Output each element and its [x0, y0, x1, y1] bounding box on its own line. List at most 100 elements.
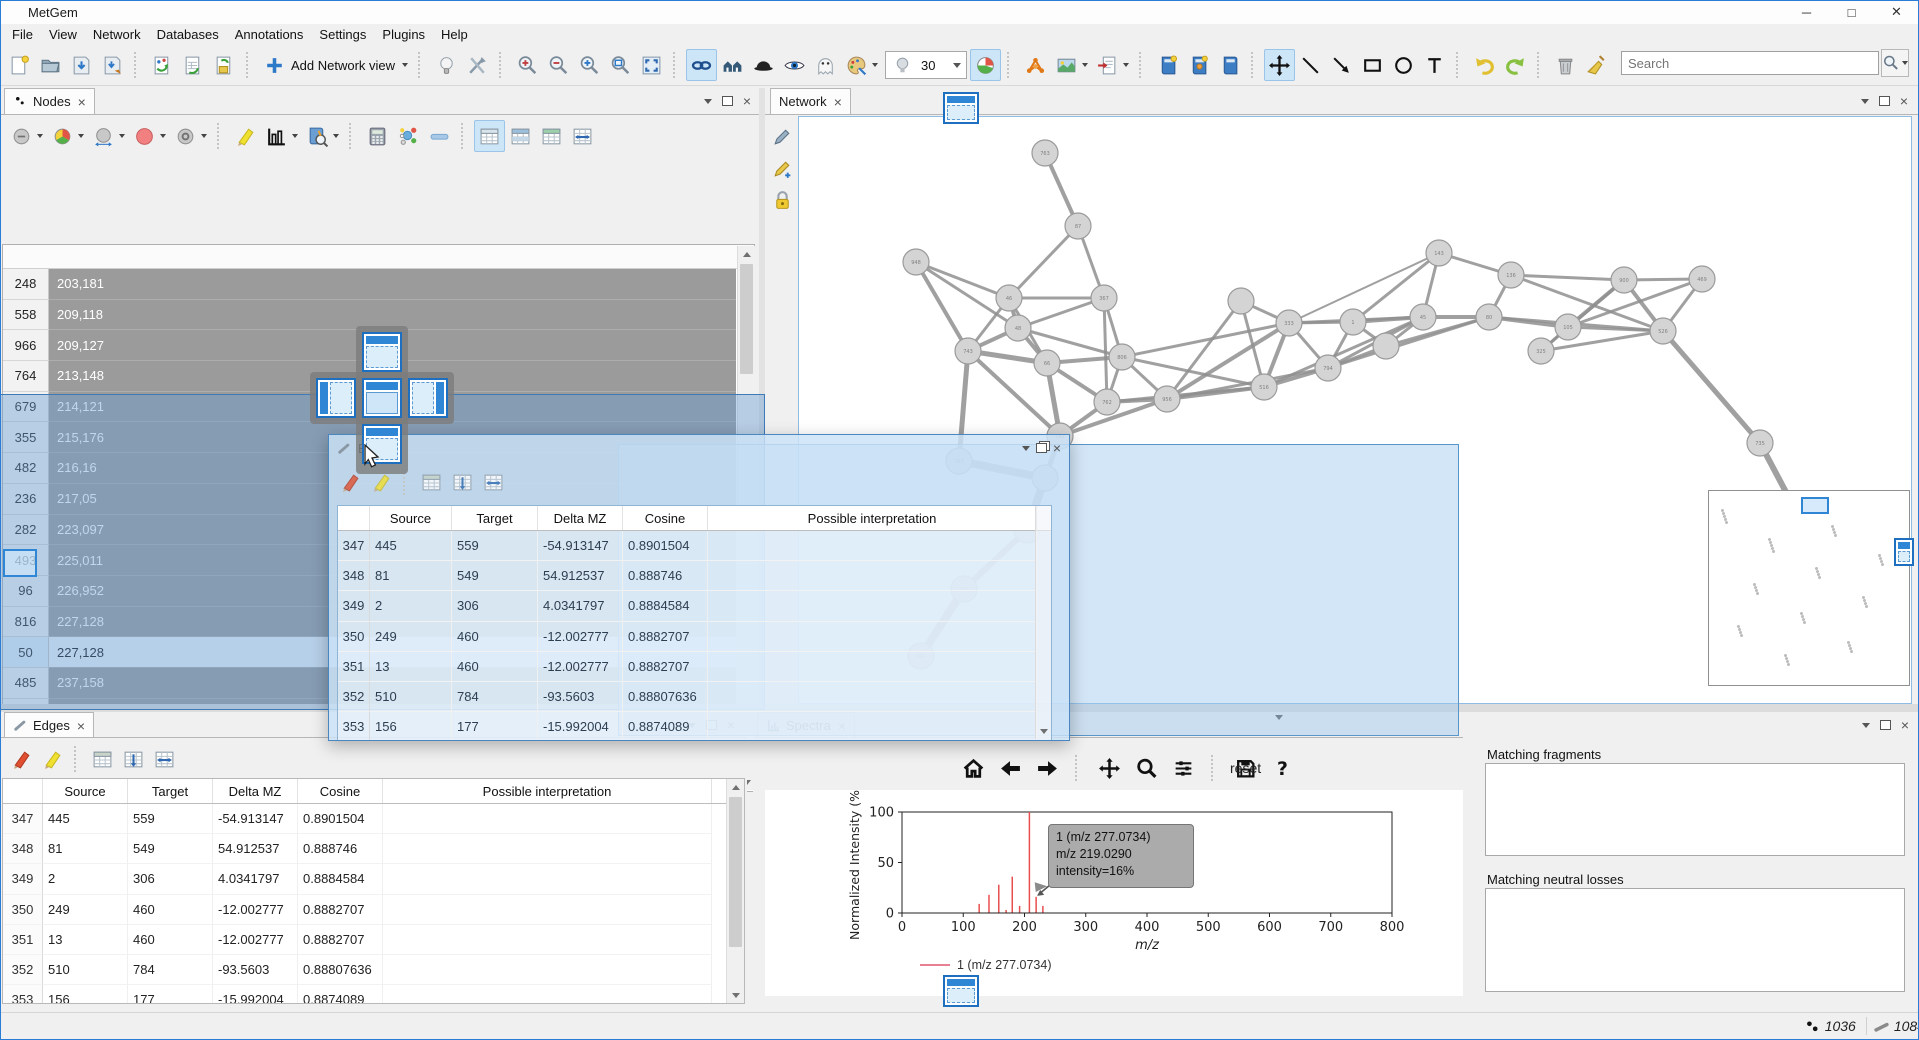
- delete-trash-button[interactable]: [1550, 49, 1581, 81]
- calculator-button[interactable]: [362, 120, 393, 152]
- save-project-as-button[interactable]: [97, 49, 128, 81]
- tools-wrench-button[interactable]: [462, 49, 493, 81]
- menu-settings[interactable]: Settings: [311, 25, 374, 44]
- color-palette-button[interactable]: [841, 49, 882, 81]
- dropdown-arrow-icon[interactable]: [37, 134, 43, 138]
- lookup-database-button[interactable]: [302, 120, 343, 152]
- mpl-move-button[interactable]: [1094, 752, 1125, 784]
- edges-table-scrollbar[interactable]: [726, 779, 744, 1003]
- floating-edges-menu-icon[interactable]: [1022, 446, 1030, 451]
- matching-neutral-losses-box[interactable]: [1485, 888, 1905, 992]
- mpl-sliders-button[interactable]: [1168, 752, 1199, 784]
- network-dock-menu-icon[interactable]: [1861, 99, 1869, 104]
- edges-table-row[interactable]: 34923064.03417970.8884584: [338, 591, 1051, 621]
- export-report-button[interactable]: [1092, 49, 1133, 81]
- new-project-button[interactable]: [4, 49, 35, 81]
- graph-node[interactable]: [1373, 333, 1399, 359]
- close-button[interactable]: ✕: [1874, 0, 1919, 24]
- dropdown-arrow-icon[interactable]: [201, 134, 207, 138]
- dropdown-arrow-icon[interactable]: [333, 134, 339, 138]
- text-tool-button[interactable]: [1419, 49, 1450, 81]
- dropdown-arrow-icon[interactable]: [78, 134, 84, 138]
- node-size-button[interactable]: [88, 120, 129, 152]
- table-blue-button[interactable]: [505, 120, 536, 152]
- spectrum-plot[interactable]: 0501000100200300400500600700800m/zNormal…: [765, 790, 1463, 996]
- floating-edges-close-icon[interactable]: ×: [1053, 441, 1061, 455]
- combo-arrow-icon[interactable]: [953, 63, 961, 68]
- table-fit-button[interactable]: [567, 120, 598, 152]
- nodes-tab-close-icon[interactable]: ×: [78, 94, 86, 110]
- mpl-home-button[interactable]: [958, 752, 989, 784]
- open-project-button[interactable]: [35, 49, 66, 81]
- network-layout-button[interactable]: [1020, 49, 1051, 81]
- edges-table-row[interactable]: 347445559-54.9131470.8901504: [338, 531, 1051, 561]
- dock-target-right[interactable]: [408, 378, 448, 418]
- edges-table-row[interactable]: 353156177-15.9920040.8874089: [3, 985, 744, 1004]
- table-fit-rows-button[interactable]: [447, 466, 478, 498]
- column-header-delta-mz[interactable]: Delta MZ: [538, 506, 623, 530]
- edges-table-row[interactable]: 3488154954.9125370.888746: [338, 561, 1051, 591]
- highlight-yellow-button[interactable]: [230, 120, 261, 152]
- pie-chart-button[interactable]: [970, 49, 1001, 81]
- dock-target-left[interactable]: [316, 378, 356, 418]
- column-header-possible-interpretation[interactable]: Possible interpretation: [383, 779, 712, 803]
- edges-tab-close-icon[interactable]: ×: [77, 718, 85, 734]
- database-spark-button[interactable]: [1152, 49, 1183, 81]
- arrow-tool-button[interactable]: [1326, 49, 1357, 81]
- menu-file[interactable]: File: [4, 25, 41, 44]
- edges-table-row[interactable]: 350249460-12.0027770.8882707: [338, 622, 1051, 652]
- import-metadata-button[interactable]: [178, 49, 209, 81]
- link-nodes-button[interactable]: [686, 49, 717, 81]
- database-add-button[interactable]: [1183, 49, 1214, 81]
- menu-plugins[interactable]: Plugins: [374, 25, 433, 44]
- rect-tool-button[interactable]: [1357, 49, 1388, 81]
- edges-table-row[interactable]: 352510784-93.56030.88807636: [338, 682, 1051, 712]
- mpl-forward-button[interactable]: [1032, 752, 1063, 784]
- save-project-button[interactable]: [66, 49, 97, 81]
- menu-annotations[interactable]: Annotations: [227, 25, 312, 44]
- table-grid-button[interactable]: [474, 120, 505, 152]
- fullscreen-view-button[interactable]: [636, 49, 667, 81]
- row-drag-handle[interactable]: [3, 549, 37, 577]
- edges-table-row[interactable]: 353156177-15.9920040.8874089: [338, 712, 1051, 741]
- table-fit-cols-button[interactable]: [149, 743, 180, 775]
- column-header-target[interactable]: Target: [128, 779, 213, 803]
- reset-button[interactable]: reset: [1224, 758, 1267, 778]
- network-dock-close-icon[interactable]: ×: [1900, 94, 1908, 108]
- matching-fragments-box[interactable]: [1485, 763, 1905, 856]
- node-shape-button[interactable]: [6, 120, 47, 152]
- dropdown-arrow-icon[interactable]: [119, 134, 125, 138]
- menu-view[interactable]: View: [41, 25, 85, 44]
- nodes-table-row[interactable]: 248203,181: [3, 269, 754, 300]
- show-neighbors-button[interactable]: [717, 49, 748, 81]
- process-bulb-button[interactable]: [431, 49, 462, 81]
- mpl-back-button[interactable]: [995, 752, 1026, 784]
- edges-table-row[interactable]: 347445559-54.9131470.8901504: [3, 804, 744, 834]
- matching-dock-float-icon[interactable]: [1880, 720, 1891, 730]
- import-data-button[interactable]: [147, 49, 178, 81]
- network-tab-close-icon[interactable]: ×: [834, 94, 842, 110]
- dropdown-arrow-icon[interactable]: [872, 63, 878, 67]
- ghost-mode-button[interactable]: [810, 49, 841, 81]
- highlight-yellow-button[interactable]: [37, 743, 68, 775]
- clear-broom-button[interactable]: [1581, 49, 1612, 81]
- edges-table-row[interactable]: 3488154954.9125370.888746: [3, 834, 744, 864]
- zoom-in-button[interactable]: [512, 49, 543, 81]
- ellipse-tool-button[interactable]: [1388, 49, 1419, 81]
- mpl-help-button[interactable]: ?: [1267, 752, 1298, 784]
- annotate-pencil-button[interactable]: [767, 152, 798, 184]
- dock-target-top[interactable]: [362, 332, 402, 372]
- graph-node[interactable]: [1228, 288, 1254, 314]
- menu-databases[interactable]: Databases: [149, 25, 227, 44]
- move-tool-button[interactable]: [1264, 49, 1295, 81]
- nodes-dock-close-icon[interactable]: ×: [743, 94, 751, 108]
- node-ring-button[interactable]: [170, 120, 211, 152]
- zoom-out-button[interactable]: [543, 49, 574, 81]
- undo-button[interactable]: [1469, 49, 1500, 81]
- column-header-target[interactable]: Target: [452, 506, 538, 530]
- dropdown-arrow-icon[interactable]: [1123, 63, 1129, 67]
- mpl-zoom-button[interactable]: [1131, 752, 1162, 784]
- spy-mode-button[interactable]: [748, 49, 779, 81]
- edges-table-row[interactable]: 350249460-12.0027770.8882707: [3, 895, 744, 925]
- column-header-possible-interpretation[interactable]: Possible interpretation: [708, 506, 1037, 530]
